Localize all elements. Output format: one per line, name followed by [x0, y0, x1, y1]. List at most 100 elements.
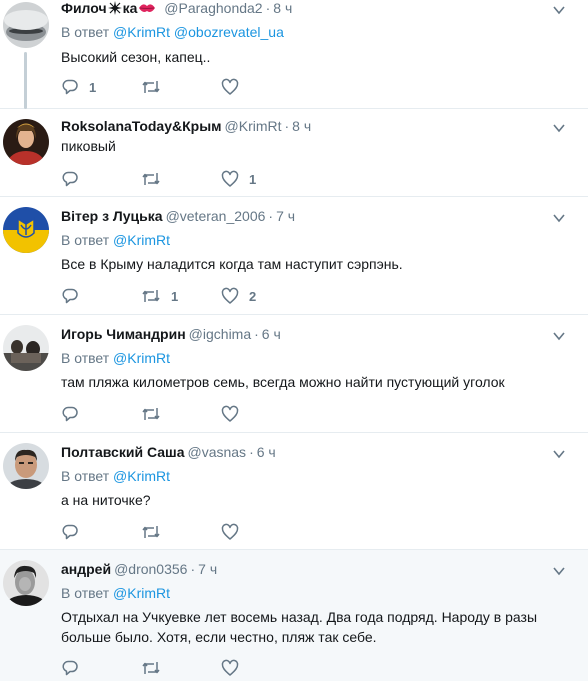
like-button[interactable] — [221, 658, 249, 678]
reply-button[interactable] — [61, 404, 89, 424]
display-name[interactable]: Полтавский Саша — [61, 444, 184, 460]
timestamp[interactable]: 8 ч — [292, 118, 311, 134]
reply-icon — [62, 171, 78, 187]
tweet-feed: Филоч ка @Paraghonda2 · 8 ч В ответ @KrimRt… — [0, 0, 588, 681]
tweet-actions — [61, 404, 361, 424]
like-button[interactable] — [221, 77, 249, 97]
retweet-count: 1 — [171, 288, 179, 304]
tweet-text: там пляжа километров семь, всегда можно … — [61, 374, 505, 390]
reply-prefix: В ответ — [61, 468, 110, 484]
display-name[interactable]: RoksolanaToday&Крым — [61, 118, 222, 134]
separator-dot: · — [249, 444, 254, 460]
timestamp[interactable]: 8 ч — [273, 0, 292, 16]
like-button[interactable]: 2 — [221, 286, 256, 306]
reply-button[interactable] — [61, 169, 89, 189]
tweet[interactable]: Игорь Чимандрин @igchima · 6 ч В ответ @Kri… — [0, 315, 588, 433]
retweet-button[interactable] — [141, 404, 171, 424]
reply-icon — [62, 660, 78, 676]
mention-link[interactable]: @KrimRt — [113, 24, 170, 40]
retweet-icon — [142, 173, 160, 185]
separator-dot: · — [284, 118, 290, 134]
reply-context: В ответ @KrimRt — [61, 232, 170, 248]
display-name[interactable]: Филоч ка — [61, 0, 157, 16]
avatar[interactable] — [3, 560, 49, 606]
retweet-button[interactable] — [141, 169, 171, 189]
avatar[interactable] — [3, 119, 49, 165]
retweet-icon — [142, 526, 160, 538]
retweet-button[interactable] — [141, 77, 171, 97]
like-button[interactable] — [221, 404, 249, 424]
reply-prefix: В ответ — [61, 585, 110, 601]
tweet[interactable]: Филоч ка @Paraghonda2 · 8 ч В ответ @KrimRt… — [0, 0, 588, 109]
retweet-button[interactable] — [141, 658, 171, 678]
like-icon — [221, 287, 239, 304]
reply-button[interactable] — [61, 658, 89, 678]
avatar[interactable] — [3, 443, 49, 489]
handle[interactable]: @vasnas — [187, 444, 246, 460]
reply-prefix: В ответ — [61, 350, 110, 366]
like-icon — [221, 78, 239, 95]
reply-prefix: В ответ — [61, 24, 110, 40]
retweet-button[interactable] — [141, 522, 171, 542]
caret-down-icon[interactable] — [552, 447, 566, 461]
tweet[interactable]: Полтавский Саша @vasnas · 6 ч В ответ @Krim… — [0, 433, 588, 550]
reply-context: В ответ @KrimRt — [61, 585, 170, 601]
handle[interactable]: @dron0356 — [114, 561, 187, 577]
caret-down-icon[interactable] — [552, 329, 566, 343]
mention-link[interactable]: @KrimRt — [113, 232, 170, 248]
separator-dot: · — [190, 561, 196, 577]
handle[interactable]: @Paraghonda2 — [164, 0, 262, 16]
tweet-text: Все в Крыму наладится когда там наступит… — [61, 256, 403, 272]
separator-dot: · — [268, 208, 274, 224]
handle[interactable]: @veteran_2006 — [166, 208, 266, 224]
tweet[interactable]: RoksolanaToday&Крым @KrimRt · 8 ч пиковый 1 — [0, 109, 588, 197]
reply-icon — [62, 406, 78, 422]
tweet[interactable]: Вітер з Луцька @veteran_2006 · 7 ч В ответ … — [0, 197, 588, 315]
thread-line — [24, 52, 27, 109]
reply-context: В ответ @KrimRt — [61, 468, 170, 484]
display-name[interactable]: андрей — [61, 561, 111, 577]
caret-down-icon[interactable] — [552, 564, 566, 578]
reply-icon — [62, 79, 78, 95]
reply-button[interactable] — [61, 522, 89, 542]
tweet-header: Полтавский Саша @vasnas · 6 ч — [61, 444, 548, 460]
mention-link[interactable]: @KrimRt — [113, 468, 170, 484]
reply-button[interactable] — [61, 286, 89, 306]
avatar[interactable] — [3, 207, 49, 253]
tweet-header: RoksolanaToday&Крым @KrimRt · 8 ч — [61, 118, 548, 134]
sparkle-icon — [107, 0, 122, 18]
timestamp[interactable]: 6 ч — [257, 444, 276, 460]
tweet-header: андрей @dron0356 · 7 ч — [61, 561, 548, 577]
timestamp[interactable]: 7 ч — [198, 561, 217, 577]
handle[interactable]: @KrimRt — [225, 118, 282, 134]
tweet-text: Высокий сезон, капец.. — [61, 49, 211, 65]
tweet[interactable]: андрей @dron0356 · 7 ч В ответ @KrimRt Отды… — [0, 550, 588, 681]
display-name[interactable]: Вітер з Луцька — [61, 208, 163, 224]
separator-dot: · — [254, 326, 259, 342]
caret-down-icon[interactable] — [552, 3, 566, 17]
tweet-text: Отдыхал на Учкуевке лет восемь назад. Дв… — [61, 609, 538, 645]
like-button[interactable]: 1 — [221, 169, 256, 189]
mention-link[interactable]: @KrimRt — [113, 350, 170, 366]
mention-link[interactable]: @obozrevatel_ua — [174, 24, 284, 40]
mention-link[interactable]: @KrimRt — [113, 585, 170, 601]
reply-button[interactable]: 1 — [61, 77, 96, 97]
retweet-icon — [142, 290, 160, 302]
retweet-icon — [142, 81, 160, 93]
retweet-icon — [142, 408, 160, 420]
handle[interactable]: @igchima — [189, 326, 251, 342]
display-name[interactable]: Игорь Чимандрин — [61, 326, 186, 342]
avatar[interactable] — [3, 2, 49, 48]
retweet-button[interactable]: 1 — [141, 286, 178, 306]
avatar[interactable] — [3, 325, 49, 371]
caret-down-icon[interactable] — [552, 121, 566, 135]
timestamp[interactable]: 7 ч — [276, 208, 295, 224]
tweet-header: Игорь Чимандрин @igchima · 6 ч — [61, 326, 548, 342]
separator-dot: · — [265, 0, 271, 16]
caret-down-icon[interactable] — [552, 211, 566, 225]
timestamp[interactable]: 6 ч — [262, 326, 281, 342]
like-icon — [221, 170, 239, 187]
like-button[interactable] — [221, 522, 249, 542]
tweet-header: Филоч ка @Paraghonda2 · 8 ч — [61, 0, 548, 18]
reply-prefix: В ответ — [61, 232, 110, 248]
